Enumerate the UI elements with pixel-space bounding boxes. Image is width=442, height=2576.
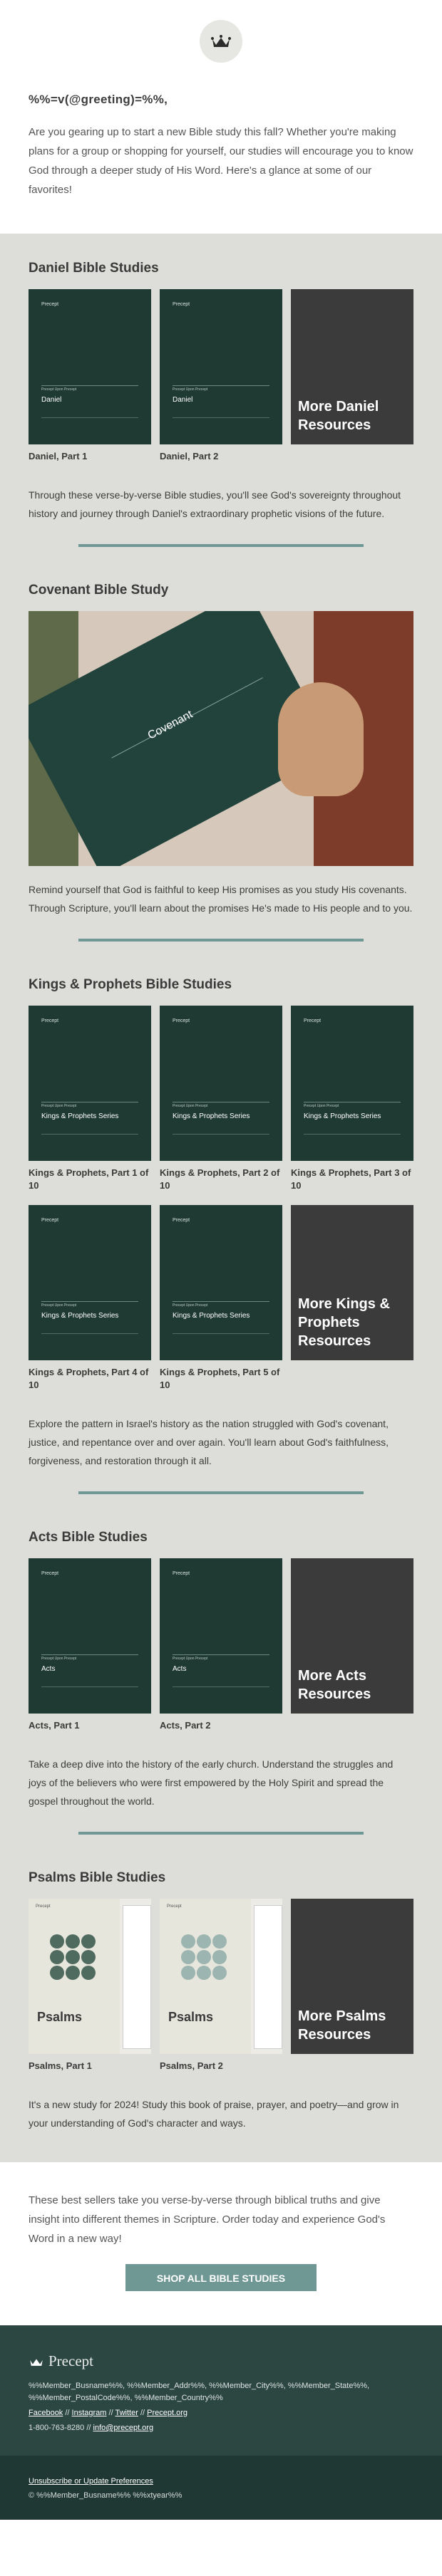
divider — [78, 544, 364, 547]
covenant-photo[interactable]: Covenant — [29, 611, 413, 866]
footer: Precept %%Member_Busname%%, %%Member_Add… — [0, 2325, 442, 2456]
book-cover[interactable]: Precept Psalms — [29, 1899, 151, 2054]
product-caption[interactable]: Kings & Prophets, Part 2 of 10 — [160, 1167, 282, 1192]
psalms-title: Psalms Bible Studies — [29, 1870, 166, 1885]
more-label[interactable]: More Daniel Resources — [291, 397, 413, 444]
book-cover[interactable]: Precept Precept Upon Precept Daniel — [160, 289, 282, 444]
product-caption[interactable]: Daniel, Part 1 — [29, 450, 151, 463]
more-acts-link[interactable]: More Acts Resources — [291, 1558, 413, 1745]
covenant-description: Remind yourself that God is faithful to … — [29, 884, 413, 914]
product-card[interactable]: Precept Precept Upon Precept Kings & Pro… — [291, 1006, 413, 1205]
website-link[interactable]: Precept.org — [147, 2409, 187, 2417]
shop-all-button[interactable]: SHOP ALL BIBLE STUDIES — [125, 2264, 317, 2291]
product-card[interactable]: Precept Precept Upon Precept Daniel Dani… — [160, 289, 282, 476]
product-card[interactable]: Precept Precept Upon Precept Kings & Pro… — [160, 1205, 282, 1404]
footer-logo[interactable]: Precept — [29, 2352, 413, 2370]
more-label[interactable]: More Kings & Prophets Resources — [291, 1295, 413, 1360]
product-caption[interactable]: Kings & Prophets, Part 3 of 10 — [291, 1167, 413, 1192]
header-section: %%=v(@greeting)=%%, Are you gearing up t… — [0, 0, 442, 234]
book-cover[interactable]: Precept Precept Upon Precept Acts — [29, 1558, 151, 1714]
more-label[interactable]: More Acts Resources — [291, 1667, 413, 1714]
book-cover[interactable]: Precept Precept Upon Precept Kings & Pro… — [29, 1205, 151, 1360]
crown-icon — [30, 2358, 43, 2366]
twitter-link[interactable]: Twitter — [115, 2409, 138, 2417]
product-caption[interactable]: Kings & Prophets, Part 5 of 10 — [160, 1366, 282, 1392]
product-card[interactable]: Precept Precept Upon Precept Acts Acts, … — [29, 1558, 151, 1745]
product-card[interactable]: Precept Precept Upon Precept Kings & Pro… — [29, 1205, 151, 1404]
acts-grid: Precept Precept Upon Precept Acts Acts, … — [29, 1558, 413, 1745]
divider — [78, 1491, 364, 1494]
crown-icon — [211, 35, 231, 47]
product-card[interactable]: Precept Psalms Psalms, Part 1 — [29, 1899, 151, 2085]
product-caption[interactable]: Kings & Prophets, Part 1 of 10 — [29, 1167, 151, 1192]
book-cover[interactable]: Precept Psalms — [160, 1899, 282, 2054]
instagram-link[interactable]: Instagram — [72, 2409, 107, 2417]
unsubscribe-link[interactable]: Unsubscribe or Update Preferences — [29, 2477, 153, 2486]
cta-section: These best sellers take you verse-by-ver… — [0, 2162, 442, 2325]
more-kings-link[interactable]: More Kings & Prophets Resources — [291, 1205, 413, 1404]
divider — [78, 1832, 364, 1835]
book-cover[interactable]: Precept Precept Upon Precept Daniel — [29, 289, 151, 444]
acts-description: Take a deep dive into the history of the… — [29, 1758, 394, 1807]
kings-grid-row1: Precept Precept Upon Precept Kings & Pro… — [29, 1006, 413, 1205]
social-links: Facebook // Instagram // Twitter // Prec… — [29, 2409, 188, 2417]
product-caption[interactable]: Acts, Part 2 — [160, 1719, 282, 1732]
product-card[interactable]: Precept Precept Upon Precept Acts Acts, … — [160, 1558, 282, 1745]
dots-graphic — [181, 1934, 227, 1980]
psalms-description: It's a new study for 2024! Study this bo… — [29, 2099, 399, 2129]
book-cover[interactable]: Precept Precept Upon Precept Kings & Pro… — [160, 1006, 282, 1161]
intro-text: Are you gearing up to start a new Bible … — [29, 126, 413, 196]
more-label[interactable]: More Psalms Resources — [291, 2007, 413, 2054]
more-daniel-link[interactable]: More Daniel Resources — [291, 289, 413, 476]
psalms-grid: Precept Psalms Psalms, Part 1 Precept Ps… — [29, 1899, 413, 2085]
address-line-1: %%Member_Busname%%, %%Member_Addr%%, %%M… — [29, 2382, 370, 2390]
product-caption[interactable]: Psalms, Part 1 — [29, 2060, 151, 2072]
contact-line: 1-800-763-8280 // info@precept.org — [29, 2424, 154, 2432]
daniel-title: Daniel Bible Studies — [29, 261, 159, 276]
book-cover[interactable]: Precept Precept Upon Precept Kings & Pro… — [291, 1006, 413, 1161]
product-caption[interactable]: Acts, Part 1 — [29, 1719, 151, 1732]
footer-bottom: Unsubscribe or Update Preferences © %%Me… — [0, 2456, 442, 2520]
kings-description: Explore the pattern in Israel's history … — [29, 1418, 389, 1466]
book-cover[interactable]: Precept Precept Upon Precept Acts — [160, 1558, 282, 1714]
studies-section: Daniel Bible Studies Precept Precept Upo… — [0, 234, 442, 2162]
covenant-title: Covenant Bible Study — [29, 583, 169, 598]
product-card[interactable]: Precept Precept Upon Precept Kings & Pro… — [29, 1006, 151, 1205]
product-caption[interactable]: Psalms, Part 2 — [160, 2060, 282, 2072]
address-line-2: %%Member_PostalCode%%, %%Member_Country%… — [29, 2394, 223, 2402]
divider — [78, 939, 364, 942]
more-psalms-link[interactable]: More Psalms Resources — [291, 1899, 413, 2085]
acts-title: Acts Bible Studies — [29, 1530, 148, 1545]
product-caption[interactable]: Kings & Prophets, Part 4 of 10 — [29, 1366, 151, 1392]
email-link[interactable]: info@precept.org — [93, 2424, 154, 2432]
book-cover[interactable]: Precept Precept Upon Precept Kings & Pro… — [160, 1205, 282, 1360]
facebook-link[interactable]: Facebook — [29, 2409, 63, 2417]
product-card[interactable]: Precept Psalms Psalms, Part 2 — [160, 1899, 282, 2085]
dots-graphic — [50, 1934, 96, 1980]
daniel-description: Through these verse-by-verse Bible studi… — [29, 489, 401, 519]
logo[interactable] — [200, 20, 242, 63]
copyright: © %%Member_Busname%% %%xtyear%% — [29, 2491, 183, 2500]
product-card[interactable]: Precept Precept Upon Precept Daniel Dani… — [29, 289, 151, 476]
cta-text: These best sellers take you verse-by-ver… — [29, 2194, 386, 2245]
daniel-grid: Precept Precept Upon Precept Daniel Dani… — [29, 289, 413, 476]
book-cover[interactable]: Precept Precept Upon Precept Kings & Pro… — [29, 1006, 151, 1161]
kings-title: Kings & Prophets Bible Studies — [29, 977, 232, 992]
product-card[interactable]: Precept Precept Upon Precept Kings & Pro… — [160, 1006, 282, 1205]
phone: 1-800-763-8280 — [29, 2424, 85, 2432]
product-caption[interactable]: Daniel, Part 2 — [160, 450, 282, 463]
greeting: %%=v(@greeting)=%%, — [29, 93, 168, 106]
kings-grid-row2: Precept Precept Upon Precept Kings & Pro… — [29, 1205, 413, 1404]
